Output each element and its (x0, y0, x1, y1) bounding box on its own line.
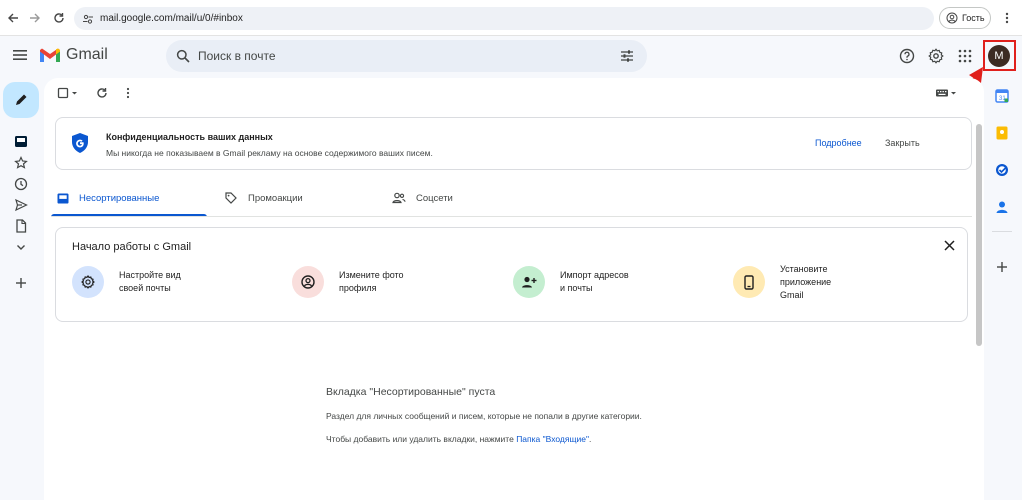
google-apps-icon[interactable] (958, 49, 972, 63)
input-tools-keyboard-icon[interactable] (934, 84, 960, 102)
gs-label-import: Импорт адресов и почты (560, 270, 629, 293)
browser-menu-icon[interactable] (996, 7, 1018, 29)
get-addons-plus-icon[interactable] (993, 258, 1011, 276)
gmail-wordmark: Gmail (66, 46, 108, 63)
tab-social-label: Соцсети (416, 192, 453, 204)
gs-circle-app (733, 266, 765, 298)
main-menu-icon[interactable] (12, 48, 28, 62)
contacts-icon[interactable] (993, 198, 1011, 216)
create-label-plus-icon[interactable] (11, 274, 31, 292)
svg-text:31: 31 (999, 96, 1006, 102)
gs-label-customize: Настройте вид своей почты (119, 270, 181, 293)
forward-icon[interactable] (24, 7, 46, 29)
getting-started-card: Начало работы с Gmail Настройте вид свое… (55, 227, 968, 322)
people-icon (392, 192, 406, 204)
search-icon[interactable] (176, 49, 190, 63)
tab-promotions[interactable]: Промоакции (222, 178, 382, 218)
starred-icon[interactable] (11, 154, 31, 172)
search-input[interactable]: Поиск в почте (198, 49, 276, 63)
reload-icon[interactable] (48, 7, 70, 29)
gs-circle-photo (292, 266, 324, 298)
account-circle-icon (301, 275, 315, 289)
gs-item-photo[interactable]: Измените фото профиля (292, 266, 404, 298)
more-options-icon[interactable] (119, 84, 137, 102)
calendar-icon[interactable]: 31 (993, 87, 1011, 105)
gs-item-app[interactable]: Установите приложение Gmail (733, 264, 832, 302)
search-options-icon[interactable] (620, 49, 634, 63)
gs-item-customize[interactable]: Настройте вид своей почты (72, 266, 181, 298)
empty-state-title: Вкладка "Несортированные" пуста (326, 386, 496, 398)
gs-circle-import (513, 266, 545, 298)
empty-hint-suffix: . (588, 434, 592, 444)
guest-profile-button[interactable]: Гость (939, 7, 991, 29)
empty-hint-prefix: Чтобы добавить или удалить вкладки, нажм… (326, 434, 517, 444)
refresh-icon[interactable] (93, 84, 111, 102)
profile-icon (946, 12, 958, 24)
close-icon[interactable] (944, 240, 955, 251)
google-shield-icon (70, 132, 90, 154)
side-panel-divider (992, 231, 1012, 232)
pencil-icon (14, 93, 28, 107)
url-text: mail.google.com/mail/u/0/#inbox (100, 13, 243, 24)
compose-button[interactable] (3, 82, 39, 118)
tab-promotions-label: Промоакции (248, 192, 303, 204)
browser-toolbar: mail.google.com/mail/u/0/#inbox Гость (0, 0, 1022, 36)
more-chevron-down-icon[interactable] (11, 238, 31, 256)
tab-primary[interactable]: Несортированные (51, 178, 207, 218)
back-icon[interactable] (2, 7, 24, 29)
settings-gear-icon[interactable] (928, 48, 944, 64)
guest-label: Гость (962, 13, 985, 23)
snoozed-clock-icon[interactable] (11, 175, 31, 193)
tab-primary-label: Несортированные (79, 192, 160, 204)
drafts-icon[interactable] (11, 217, 31, 235)
gs-label-app: Установите приложение Gmail (780, 264, 832, 300)
empty-state-hint: Чтобы добавить или удалить вкладки, нажм… (326, 434, 591, 444)
avatar-highlight-box (983, 40, 1016, 71)
privacy-banner: Конфиденциальность ваших данных Мы никог… (55, 117, 972, 170)
search-bar[interactable]: Поиск в почте (166, 40, 647, 72)
support-icon[interactable] (899, 48, 915, 64)
gs-label-photo: Измените фото профиля (339, 270, 404, 293)
tag-icon (225, 192, 237, 204)
learn-more-link[interactable]: Подробнее (815, 138, 862, 148)
privacy-text: Мы никогда не показываем в Gmail рекламу… (106, 148, 433, 158)
close-banner-button[interactable]: Закрыть (885, 138, 920, 148)
tab-social[interactable]: Соцсети (392, 178, 552, 218)
select-all-checkbox[interactable] (54, 84, 82, 102)
site-info-icon[interactable] (82, 13, 94, 25)
empty-state-description: Раздел для личных сообщений и писем, кот… (326, 411, 642, 421)
scrollbar[interactable] (976, 124, 982, 346)
tasks-icon[interactable] (993, 161, 1011, 179)
phone-icon (744, 274, 754, 290)
gear-icon (81, 275, 95, 289)
person-add-icon (521, 275, 537, 289)
gmail-logo[interactable]: Gmail (39, 46, 108, 64)
privacy-title: Конфиденциальность ваших данных (106, 132, 273, 142)
inbox-settings-link[interactable]: Папка "Входящие" (516, 434, 589, 444)
gs-item-import[interactable]: Импорт адресов и почты (513, 266, 629, 298)
keep-icon[interactable] (993, 124, 1011, 142)
sent-icon[interactable] (11, 196, 31, 214)
gmail-m-icon (39, 47, 61, 64)
address-bar[interactable]: mail.google.com/mail/u/0/#inbox (74, 7, 934, 30)
gs-circle-customize (72, 266, 104, 298)
getting-started-title: Начало работы с Gmail (72, 241, 192, 253)
inbox-tab-icon (57, 193, 69, 204)
inbox-icon[interactable] (11, 132, 31, 150)
